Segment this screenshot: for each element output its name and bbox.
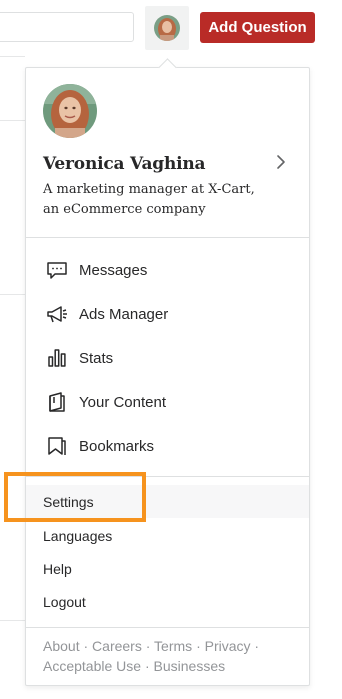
menu-item-label: Messages (79, 261, 148, 279)
megaphone-icon (46, 303, 68, 325)
avatar (43, 84, 97, 138)
avatar (154, 15, 180, 41)
profile-header[interactable]: Veronica Vaghina A marketing manager at … (26, 68, 309, 238)
menu-item-label: Bookmarks (79, 437, 155, 455)
menu-item-stats[interactable]: Stats (26, 336, 309, 380)
profile-name: Veronica Vaghina (43, 154, 206, 174)
menu-item-label: Stats (79, 349, 114, 367)
menu-item-logout[interactable]: Logout (26, 585, 309, 618)
footer-link-careers[interactable]: Careers (92, 638, 142, 654)
messages-icon (46, 259, 68, 281)
settings-highlight-box (4, 472, 146, 522)
bookmark-icon (46, 435, 68, 457)
separator: · (196, 638, 205, 654)
page-divider (0, 56, 25, 57)
separator: · (144, 658, 154, 674)
menu-item-bookmarks[interactable]: Bookmarks (26, 424, 309, 468)
separator: · (254, 638, 260, 654)
footer-link-terms[interactable]: Terms (154, 638, 192, 654)
separator: · (83, 638, 93, 654)
profile-menu-button[interactable] (145, 6, 189, 50)
footer-links: About · Careers · Terms · Privacy · Acce… (43, 636, 288, 676)
page-divider (0, 620, 25, 621)
menu-item-messages[interactable]: Messages (26, 248, 309, 292)
top-bar: Add Question (0, 0, 342, 56)
book-icon (46, 391, 68, 413)
page-divider (0, 294, 25, 295)
menu-item-label: Ads Manager (79, 305, 169, 323)
footer-link-businesses[interactable]: Businesses (154, 658, 226, 674)
divider (26, 237, 309, 238)
menu-item-languages[interactable]: Languages (26, 519, 309, 552)
profile-description: A marketing manager at X-Cart, an eComme… (43, 182, 255, 217)
footer-link-acceptable-use[interactable]: Acceptable Use (43, 658, 141, 674)
profile-dropdown: Veronica Vaghina A marketing manager at … (25, 67, 310, 686)
menu-item-label: Your Content (79, 393, 167, 411)
add-question-button[interactable]: Add Question (200, 12, 315, 43)
footer-link-about[interactable]: About (43, 638, 80, 654)
bar-chart-icon (46, 347, 68, 369)
menu-item-help[interactable]: Help (26, 552, 309, 585)
separator: · (145, 638, 155, 654)
footer-link-privacy[interactable]: Privacy (205, 638, 251, 654)
menu-item-ads-manager[interactable]: Ads Manager (26, 292, 309, 336)
chevron-right-icon (274, 154, 288, 170)
search-input[interactable] (0, 12, 134, 42)
page-divider (0, 120, 25, 121)
divider (26, 627, 309, 628)
menu-item-your-content[interactable]: Your Content (26, 380, 309, 424)
